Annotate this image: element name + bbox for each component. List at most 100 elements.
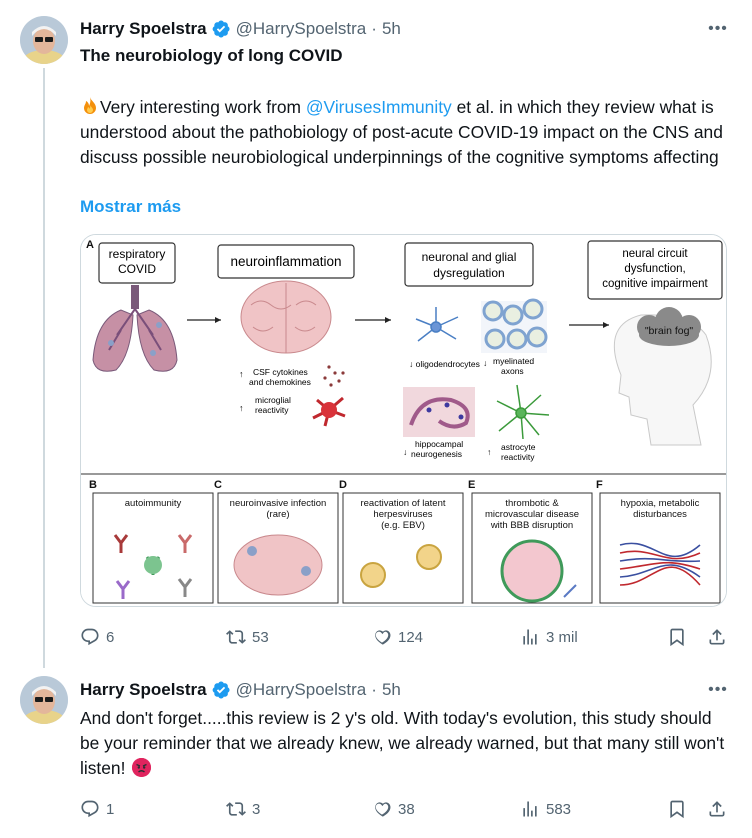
figure-panel-e: Ethrombotic &microvascular diseasewith B… <box>468 479 593 604</box>
timestamp[interactable]: 5h <box>382 19 401 39</box>
panel-label-line: neuroinvasive infection <box>230 498 327 509</box>
astrocyte-label-1: astrocyte <box>501 442 536 452</box>
tweet-1-action-bar: 6 53 124 3 mil <box>80 625 726 649</box>
author-handle[interactable]: @HarrySpoelstra <box>236 680 367 700</box>
panel-label-line: hypoxia, metabolic <box>621 498 700 509</box>
show-more-link[interactable]: Mostrar más <box>80 197 181 217</box>
body-prefix: Very interesting work from <box>100 97 306 117</box>
panel-label-line: autoimmunity <box>125 498 182 509</box>
dysregulation-label-2: dysregulation <box>433 266 504 280</box>
neuroinflammation-label: neuroinflammation <box>230 254 341 269</box>
views-chart-icon <box>523 801 537 817</box>
oligodendrocytes-label: ↓ oligodendrocytes <box>409 359 480 369</box>
svg-text:↑: ↑ <box>487 447 491 457</box>
hippocampal-label-2: neurogenesis <box>411 449 462 459</box>
views-chart-icon <box>523 629 537 645</box>
hippocampal-label-1: hippocampal <box>415 439 463 449</box>
share-button[interactable] <box>707 625 727 649</box>
panel-a-letter: A <box>86 239 94 251</box>
tweet-2[interactable]: Harry Spoelstra @HarrySpoelstra · 5h •••… <box>0 660 752 838</box>
svg-text:↓: ↓ <box>483 358 487 368</box>
panel-letter: F <box>596 479 603 491</box>
tweet-1[interactable]: Harry Spoelstra @HarrySpoelstra · 5h •••… <box>0 0 752 668</box>
panel-label-line: (rare) <box>266 509 289 520</box>
figure-panel-f: Fhypoxia, metabolicdisturbances <box>596 479 721 604</box>
bookmark-button[interactable] <box>667 797 687 821</box>
repost-icon <box>226 630 246 644</box>
circuit-label-3: cognitive impairment <box>602 278 708 290</box>
reply-icon <box>81 628 99 646</box>
dysregulation-box: neuronal and glial dysregulation <box>404 242 534 287</box>
tweet-title: The neurobiology of long COVID <box>80 46 343 65</box>
figure-panel-d: Dreactivation of latentherpesviruses(e.g… <box>339 479 464 604</box>
panel-letter: E <box>468 479 475 491</box>
avatar[interactable] <box>20 676 68 724</box>
csf-label-1: CSF cytokines <box>253 367 308 377</box>
panel-label-line: disturbances <box>633 509 687 520</box>
panel-label-line: with BBB disruption <box>490 520 573 531</box>
author-name[interactable]: Harry Spoelstra <box>80 680 207 700</box>
panel-letter: B <box>89 479 97 491</box>
reply-count: 1 <box>106 800 115 818</box>
hippocampus-illustration <box>403 387 475 437</box>
tweet-body: Very interesting work from @VirusesImmun… <box>80 95 730 170</box>
reply-count: 6 <box>106 628 115 646</box>
like-button[interactable]: 38 <box>372 797 415 821</box>
panel-label-line: reactivation of latent <box>360 498 445 509</box>
timestamp[interactable]: 5h <box>382 680 401 700</box>
share-button[interactable] <box>707 797 727 821</box>
panel-label-line: microvascular disease <box>485 509 579 520</box>
panel-letter: C <box>214 479 222 491</box>
bookmark-button[interactable] <box>667 625 687 649</box>
like-button[interactable]: 124 <box>372 625 423 649</box>
views-button[interactable]: 583 <box>520 797 571 821</box>
more-options-icon[interactable]: ••• <box>706 18 730 40</box>
mention-link[interactable]: @VirusesImmunity <box>306 97 452 117</box>
repost-icon <box>226 802 246 816</box>
bookmark-icon <box>670 628 684 647</box>
svg-text:↑: ↑ <box>239 403 244 413</box>
circuit-box: neural circuit dysfunction, cognitive im… <box>587 240 723 300</box>
repost-button[interactable]: 3 <box>226 797 260 821</box>
angry-face-icon <box>132 758 152 777</box>
verified-badge-icon <box>211 19 231 39</box>
views-count: 583 <box>546 800 572 818</box>
author-name[interactable]: Harry Spoelstra <box>80 19 207 39</box>
verified-badge-icon <box>211 680 231 700</box>
respiratory-label-2: COVID <box>118 262 156 276</box>
repost-count: 53 <box>252 628 269 646</box>
thread-connector <box>43 68 45 668</box>
separator-dot: · <box>371 19 377 38</box>
svg-text:↓: ↓ <box>403 447 407 457</box>
heart-icon <box>375 802 391 817</box>
reply-button[interactable]: 6 <box>80 625 114 649</box>
more-options-icon[interactable]: ••• <box>706 679 730 701</box>
repost-button[interactable]: 53 <box>226 625 269 649</box>
respiratory-covid-box: respiratory COVID <box>98 242 176 284</box>
tweet-body: And don't forget.....this review is 2 y'… <box>80 706 730 781</box>
csf-label-2: and chemokines <box>249 377 311 387</box>
neuroinflammation-box: neuroinflammation <box>217 244 355 279</box>
brain-illustration <box>240 280 332 354</box>
fire-icon <box>80 96 100 116</box>
tweet-media-figure[interactable]: A respiratory COVID neuroinflammation ↑ … <box>80 234 727 607</box>
respiratory-label-1: respiratory <box>109 247 166 261</box>
myelinated-label-1: myelinated <box>493 356 534 366</box>
circuit-label-1: neural circuit <box>622 248 688 260</box>
myelinated-axons-illustration <box>481 298 548 353</box>
avatar[interactable] <box>20 16 68 64</box>
panel-label-line: herpesviruses <box>373 509 432 520</box>
like-count: 38 <box>398 800 415 818</box>
share-icon <box>709 629 725 645</box>
views-button[interactable]: 3 mil <box>520 625 578 649</box>
dysregulation-label-1: neuronal and glial <box>422 250 517 264</box>
myelinated-label-2: axons <box>501 366 524 376</box>
circuit-label-2: dysfunction, <box>624 263 685 275</box>
like-count: 124 <box>398 628 424 646</box>
author-handle[interactable]: @HarrySpoelstra <box>236 19 367 39</box>
reply-icon <box>81 800 99 818</box>
tweet-header: Harry Spoelstra @HarrySpoelstra · 5h <box>80 18 401 40</box>
heart-icon <box>375 630 391 645</box>
tweet-2-action-bar: 1 3 38 583 <box>80 797 726 821</box>
reply-button[interactable]: 1 <box>80 797 114 821</box>
